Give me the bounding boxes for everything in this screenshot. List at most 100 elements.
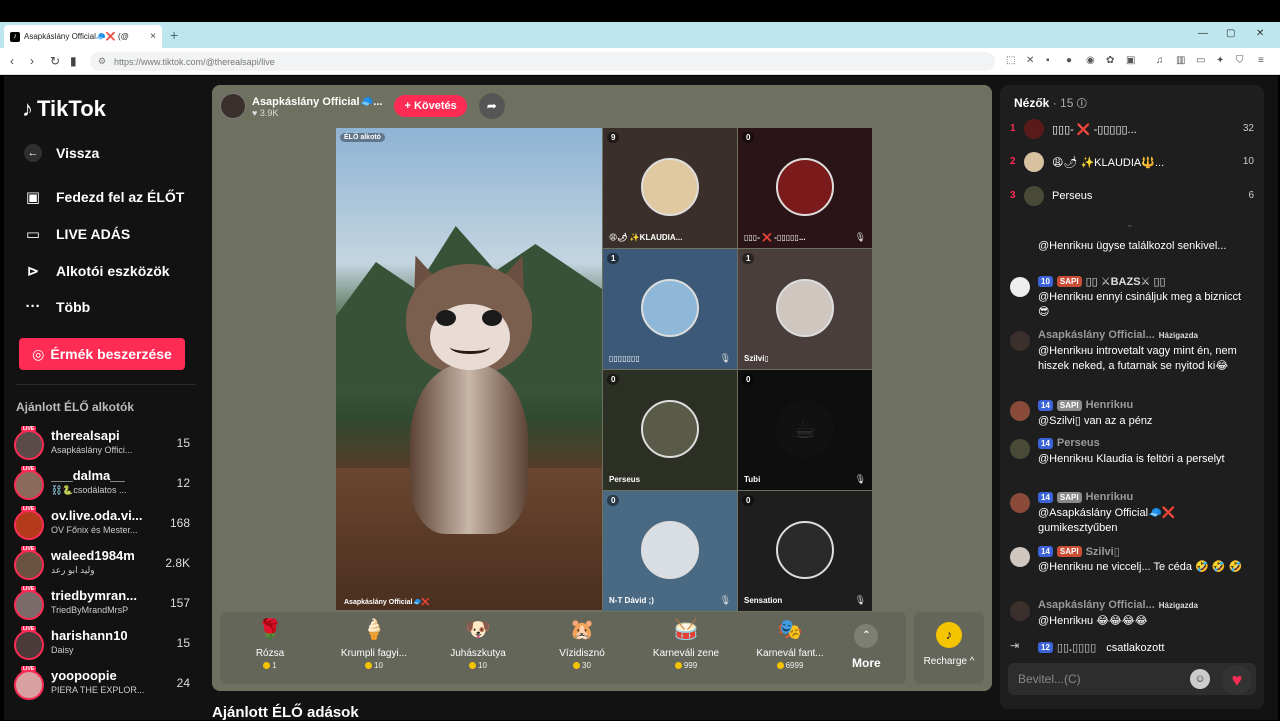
sidebar: ♪ TikTok ← Vissza ▣ Fedezd fel az ÉLŐT ▭…	[4, 76, 204, 720]
chat-message: @Henrikнu ügyse találkozol senkivel...	[1038, 240, 1227, 252]
back-button[interactable]: ← Vissza	[24, 144, 99, 162]
tv-icon: ▣	[25, 189, 41, 206]
gift-item[interactable]: 🌹 Rózsa 1	[220, 616, 320, 680]
coin-icon	[573, 662, 581, 670]
help-icon[interactable]: ⓘ	[1077, 99, 1087, 110]
sidebar-item-explore-live[interactable]: ▣ Fedezd fel az ÉLŐT	[24, 188, 184, 206]
guest-cell[interactable]: 0 Sensation 🎙	[738, 491, 872, 611]
gift-item[interactable]: 🎭 Karnevál fant... 6999	[740, 616, 840, 680]
extension-icon[interactable]: ▣	[1126, 55, 1135, 66]
browser-tab[interactable]: ♪ Asapkáslány Official🧢❌ (@ ×	[4, 25, 162, 48]
suggested-creator[interactable]: LIVE harishann10 Daisy 15	[14, 626, 194, 666]
gift-item[interactable]: 🥁 Karneváli zene 999	[636, 616, 736, 680]
sidebar-icon[interactable]: ▥	[1176, 55, 1185, 66]
coin-icon	[674, 662, 682, 670]
host-name[interactable]: Asapkáslány Official🧢...	[252, 95, 382, 108]
suggested-creator[interactable]: LIVE therealsapi Asapkáslány Offici... 1…	[14, 426, 194, 466]
tiktok-favicon-icon: ♪	[10, 31, 20, 42]
minimize-icon[interactable]: —	[1198, 28, 1208, 39]
live-stream-panel: Asapkáslány Official🧢... ♥ 3.9K + Követé…	[212, 85, 992, 691]
live-badge: LIVE	[21, 626, 37, 632]
star-icon[interactable]: ✦	[1216, 55, 1224, 66]
extension-icon[interactable]: ●	[1066, 55, 1072, 66]
gift-item[interactable]: 🐹 Vízidisznó 30	[532, 616, 632, 680]
heart-icon[interactable]: ♥	[1222, 665, 1252, 695]
url-field[interactable]: ⚙ https://www.tiktok.com/@therealsapi/li…	[90, 52, 995, 71]
share-icon[interactable]: ➦	[478, 93, 505, 119]
guest-cell[interactable]: 0 Perseus	[603, 370, 737, 490]
chevron-down-icon[interactable]: ⌄	[1126, 219, 1134, 230]
maximize-icon[interactable]: ▢	[1226, 28, 1235, 39]
host-avatar[interactable]	[220, 93, 246, 119]
mic-off-icon: 🎙	[854, 474, 866, 484]
coin-icon	[469, 662, 477, 670]
host-video[interactable]: ÉLŐ alkotó Asapkáslány Official🧢❌	[336, 128, 602, 610]
emoji-icon[interactable]: ☺	[1190, 669, 1210, 689]
extension-icon[interactable]: ⬚	[1006, 55, 1015, 66]
recharge-button[interactable]: ♪ Recharge ^	[914, 612, 984, 684]
site-info-icon[interactable]: ⚙	[98, 56, 106, 67]
live-badge: LIVE	[21, 586, 37, 592]
back-arrow-icon[interactable]: ‹	[10, 54, 14, 68]
camera-icon: ▭	[25, 226, 41, 243]
window-close-icon[interactable]: ✕	[1256, 28, 1264, 39]
sidebar-item-go-live[interactable]: ▭ LIVE ADÁS	[24, 225, 130, 243]
mic-off-icon: 🎙	[719, 353, 731, 363]
extension-icon[interactable]: ◉	[1086, 55, 1095, 66]
avatar	[14, 630, 44, 660]
chat-input[interactable]: Bevitel...(C)	[1008, 663, 1256, 695]
more-gifts-button[interactable]: ⌃ More	[852, 624, 881, 670]
tiktok-note-icon: ♪	[22, 96, 33, 121]
suggested-creator[interactable]: LIVE triedbymran... TriedByMrandMrsP 157	[14, 586, 194, 626]
forward-arrow-icon[interactable]: ›	[30, 54, 34, 68]
guest-count: 1	[607, 253, 620, 264]
ranking-row[interactable]: 2 😩🌶 ✨KLAUDIA🔱... 10	[1010, 148, 1254, 178]
avatar	[14, 430, 44, 460]
avatar	[1010, 493, 1030, 513]
extension-icon[interactable]: ✿	[1106, 55, 1114, 66]
gift-item[interactable]: 🍦 Krumpli fagyi... 10	[324, 616, 424, 680]
gift-item[interactable]: 🐶 Juhászkutya 10	[428, 616, 528, 680]
guest-cell[interactable]: 9 😩🌶 ✨KLAUDIA...	[603, 128, 737, 248]
coin-icon: ♪	[936, 622, 962, 648]
chat-message: 14 SAPI Henrikнu @Szilvi▯ van az a pénz	[1010, 399, 1254, 433]
wallet-icon[interactable]: ▭	[1196, 55, 1205, 66]
suggested-creator[interactable]: LIVE waleed1984m وليد ابو رعد 2.8K	[14, 546, 194, 586]
guest-cell[interactable]: 1 Szilvi▯	[738, 249, 872, 369]
live-badge: LIVE	[21, 426, 37, 432]
level-badge: 14	[1038, 546, 1053, 557]
guest-cell[interactable]: 0 N-T Dávid ;) 🎙	[603, 491, 737, 611]
ranking-row[interactable]: 3 Perseus 6	[1010, 182, 1254, 212]
shield-icon[interactable]: ⛉	[1236, 55, 1244, 66]
guest-cell[interactable]: 1 ▯▯▯▯▯▯▯ 🎙	[603, 249, 737, 369]
dog-icon: 🐶	[465, 619, 491, 641]
reload-icon[interactable]: ↻	[50, 54, 60, 68]
chat-message: 14 SAPI Szilvi▯ @Henrikнu ne viccelj... …	[1010, 545, 1254, 591]
extension-icon[interactable]: ▪	[1046, 55, 1050, 66]
ranking-row[interactable]: 1 ▯▯▯- ❌ -▯▯▯▯▯... 32	[1010, 115, 1254, 145]
avatar	[1024, 152, 1044, 172]
suggested-creator[interactable]: LIVE ___dalma__ ⛓️🐍csodálatos ... 12	[14, 466, 194, 506]
extension-icon[interactable]: ✕	[1026, 55, 1034, 66]
chevron-up-icon: ⌃	[854, 624, 879, 648]
menu-icon[interactable]: ≡	[1258, 55, 1264, 66]
sidebar-item-more[interactable]: ··· Több	[24, 298, 91, 315]
get-coins-button[interactable]: ◎ Érmék beszerzése	[19, 338, 185, 370]
sidebar-item-creator-tools[interactable]: ⊳ Alkotói eszközök	[24, 262, 170, 280]
tab-close-icon[interactable]: ×	[150, 31, 156, 42]
follow-button[interactable]: + Követés	[394, 95, 467, 117]
guest-cell[interactable]: 0 ▯▯▯- ❌ -▯▯▯▯▯... 🎙	[738, 128, 872, 248]
tiktok-logo[interactable]: ♪ TikTok	[22, 96, 106, 122]
divider	[16, 384, 196, 385]
drum-icon: 🥁	[673, 619, 699, 641]
live-badge: LIVE	[21, 546, 37, 552]
suggested-creator[interactable]: LIVE ov.live.oda.vi... OV Főnix és Meste…	[14, 506, 194, 546]
bookmark-icon[interactable]: ▮	[70, 54, 77, 68]
music-icon[interactable]: ♫	[1156, 55, 1164, 66]
viewers-header[interactable]: Nézők · 15 ⓘ	[1014, 95, 1087, 110]
gift-bar: 🌹 Rózsa 1 🍦 Krumpli fagyi... 10 🐶 Juhász…	[220, 612, 906, 684]
new-tab-button[interactable]: +	[170, 27, 178, 43]
level-badge: 10	[1038, 276, 1053, 287]
suggested-creator[interactable]: LIVE yoopoopie PIERA THE EXPLOR... 24	[14, 666, 194, 706]
guest-cell[interactable]: 0 ☕ Tubi 🎙	[738, 370, 872, 490]
